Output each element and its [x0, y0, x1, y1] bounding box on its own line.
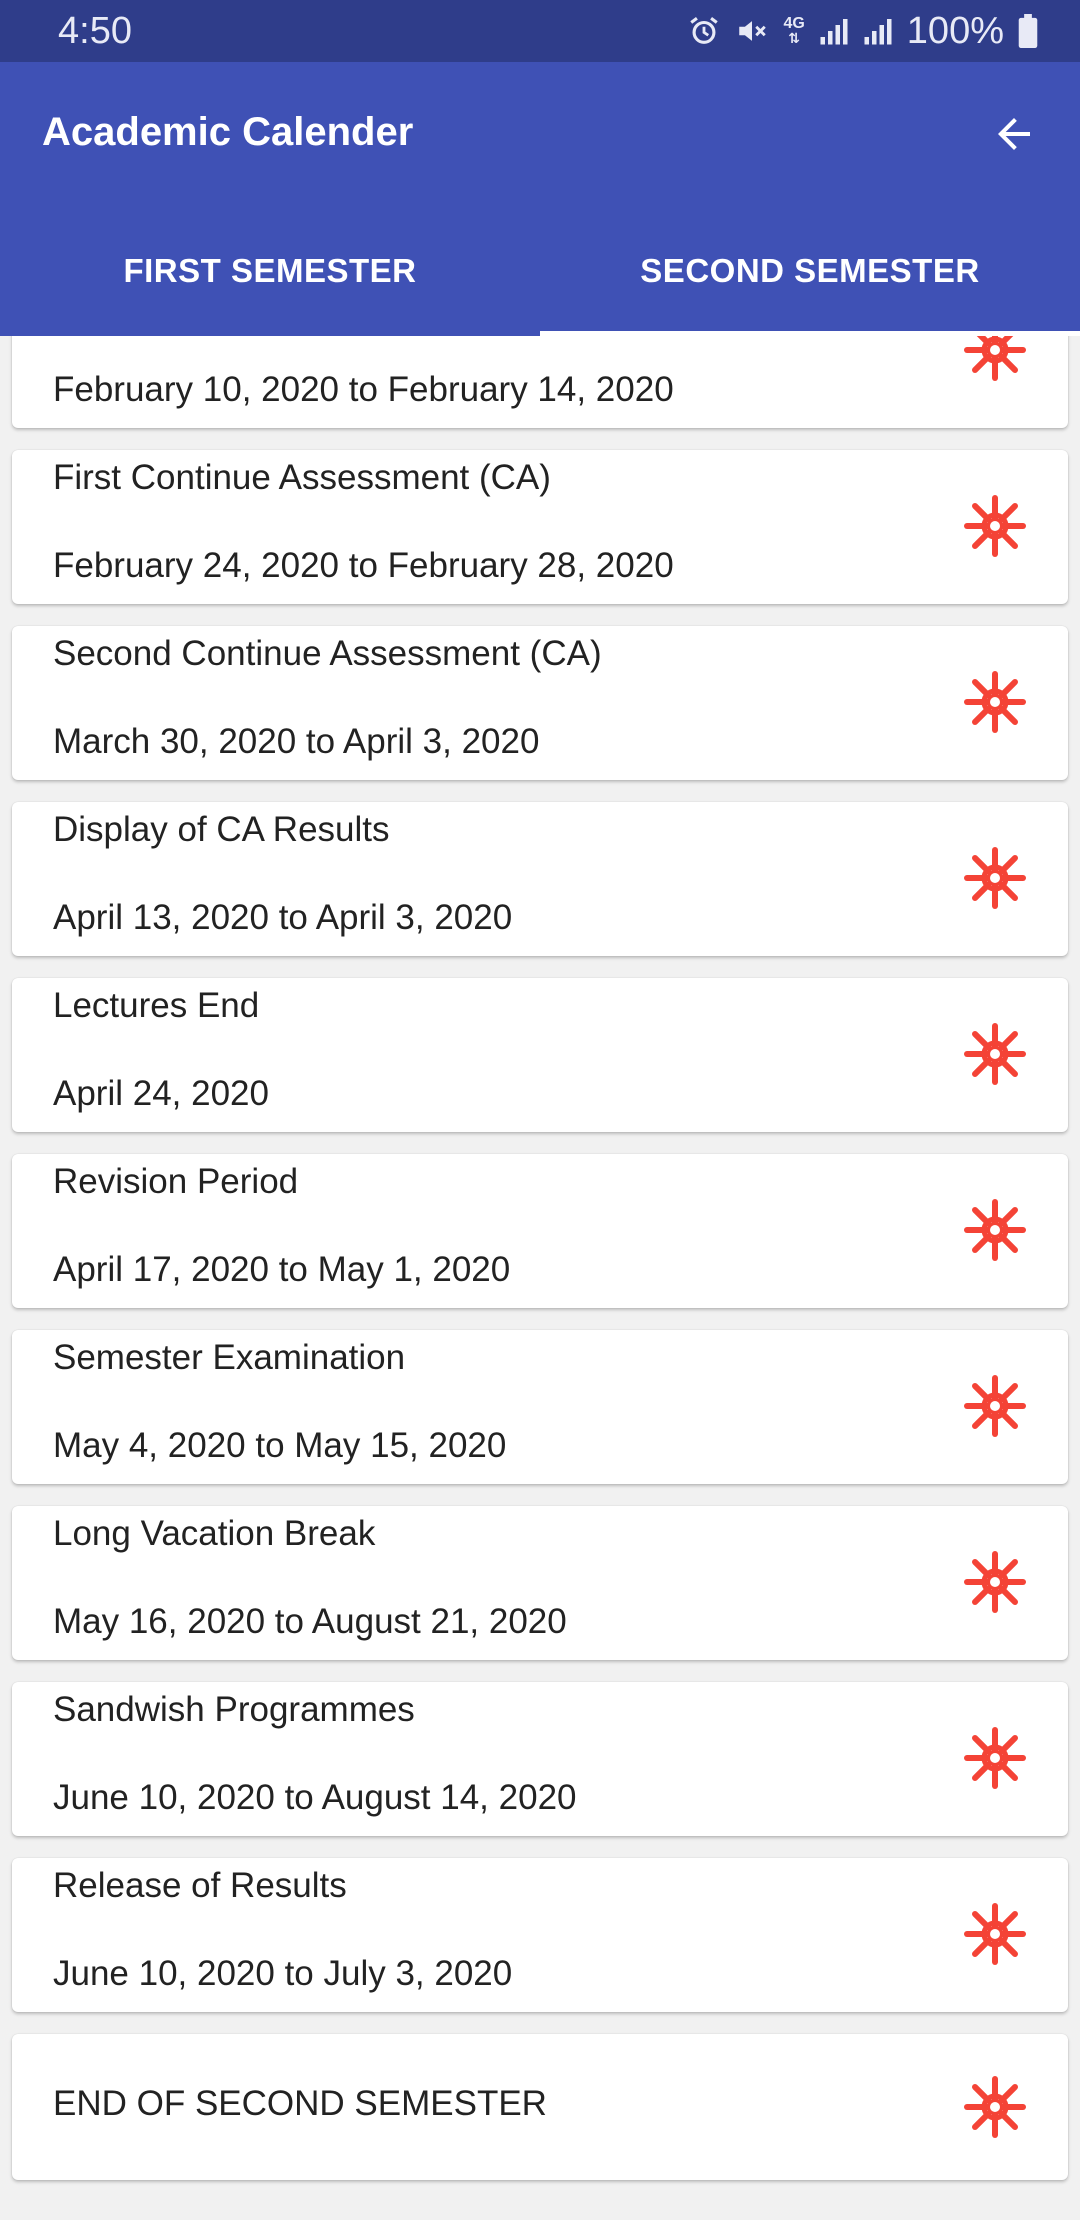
signal-icon	[819, 15, 849, 47]
event-title: Revision Period	[53, 1162, 299, 1201]
event-date: May 4, 2020 to May 15, 2020	[53, 1426, 507, 1465]
battery-icon	[1018, 14, 1038, 48]
event-date: March 30, 2020 to April 3, 2020	[53, 722, 540, 761]
asterisk-icon	[964, 1375, 1026, 1437]
app-bar: Academic Calender FIRST SEMESTER SECOND …	[0, 62, 1080, 336]
event-date: February 24, 2020 to February 28, 2020	[53, 546, 674, 585]
tab-label: FIRST SEMESTER	[123, 252, 417, 289]
event-card[interactable]: Sandwish Programmes June 10, 2020 to Aug…	[12, 1682, 1068, 1836]
event-title: Lectures End	[53, 986, 260, 1025]
asterisk-icon	[964, 1199, 1026, 1261]
event-date: June 10, 2020 to July 3, 2020	[53, 1954, 513, 1993]
asterisk-icon	[964, 847, 1026, 909]
event-date: April 17, 2020 to May 1, 2020	[53, 1250, 511, 1289]
asterisk-icon	[964, 336, 1026, 381]
event-date: April 13, 2020 to April 3, 2020	[53, 898, 513, 937]
network-label: 4G	[783, 15, 805, 32]
event-title: Semester Examination	[53, 1338, 406, 1377]
back-button[interactable]	[982, 102, 1046, 166]
status-icons: 4G ⇅ 100%	[687, 10, 1038, 53]
event-title: Display of CA Results	[53, 810, 390, 849]
asterisk-icon	[964, 671, 1026, 733]
alarm-icon	[687, 14, 721, 48]
event-card[interactable]: Semester Examination May 4, 2020 to May …	[12, 1330, 1068, 1484]
asterisk-icon	[964, 2076, 1026, 2138]
tab-first-semester[interactable]: FIRST SEMESTER	[0, 220, 540, 336]
event-card[interactable]: Lectures End April 24, 2020	[12, 978, 1068, 1132]
event-card[interactable]: Display of CA Results April 13, 2020 to …	[12, 802, 1068, 956]
event-title: Sandwish Programmes	[53, 1690, 415, 1729]
arrow-back-icon	[998, 118, 1030, 150]
event-date: February 10, 2020 to February 14, 2020	[53, 370, 674, 409]
event-card[interactable]: Long Vacation Break May 16, 2020 to Augu…	[12, 1506, 1068, 1660]
event-card[interactable]: First Continue Assessment (CA) February …	[12, 450, 1068, 604]
event-title: First Continue Assessment (CA)	[53, 458, 551, 497]
event-title: END OF SECOND SEMESTER	[53, 2084, 547, 2123]
event-date: April 24, 2020	[53, 1074, 269, 1113]
event-list-content: Adding and Dropping of Courses February …	[0, 336, 1080, 2202]
event-date: May 16, 2020 to August 21, 2020	[53, 1602, 567, 1641]
event-date: June 10, 2020 to August 14, 2020	[53, 1778, 577, 1817]
event-card[interactable]: Revision Period April 17, 2020 to May 1,…	[12, 1154, 1068, 1308]
network-4g-icon: 4G ⇅	[783, 15, 805, 46]
battery-percent: 100%	[906, 9, 1004, 52]
event-card[interactable]: Adding and Dropping of Courses February …	[12, 336, 1068, 428]
status-time: 4:50	[58, 9, 132, 52]
asterisk-icon	[964, 1551, 1026, 1613]
page-title: Academic Calender	[42, 110, 414, 154]
asterisk-icon	[964, 1727, 1026, 1789]
tab-label: SECOND SEMESTER	[640, 252, 980, 289]
asterisk-icon	[964, 495, 1026, 557]
event-card[interactable]: Release of Results June 10, 2020 to July…	[12, 1858, 1068, 2012]
mute-icon	[735, 14, 769, 48]
status-bar: 4:50 4G ⇅ 100%	[0, 0, 1080, 62]
signal-icon	[863, 15, 893, 47]
event-title: Long Vacation Break	[53, 1514, 376, 1553]
event-title: Second Continue Assessment (CA)	[53, 634, 602, 673]
event-title: Release of Results	[53, 1866, 347, 1905]
tab-second-semester[interactable]: SECOND SEMESTER	[540, 220, 1080, 336]
event-list[interactable]: Adding and Dropping of Courses February …	[0, 336, 1080, 2220]
semester-tabs: FIRST SEMESTER SECOND SEMESTER	[0, 220, 1080, 336]
event-card[interactable]: Second Continue Assessment (CA) March 30…	[12, 626, 1068, 780]
asterisk-icon	[964, 1903, 1026, 1965]
asterisk-icon	[964, 1023, 1026, 1085]
end-of-semester-card[interactable]: END OF SECOND SEMESTER	[12, 2034, 1068, 2180]
